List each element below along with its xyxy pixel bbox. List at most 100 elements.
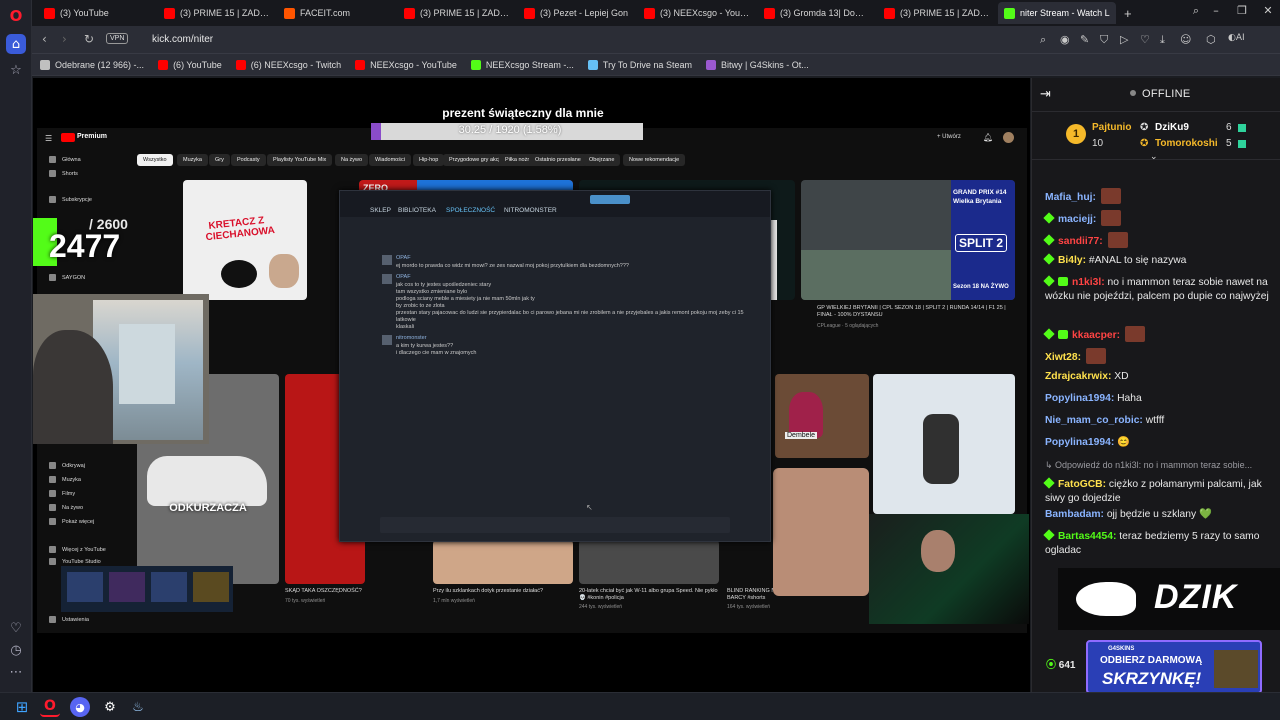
zoom-icon[interactable]: ⌕ bbox=[1040, 33, 1046, 47]
gifter-name[interactable]: DziKu9 bbox=[1155, 122, 1189, 133]
heart-icon[interactable]: ♡ bbox=[1140, 33, 1150, 46]
expand-gifters-icon[interactable]: ⌄ bbox=[1150, 152, 1158, 162]
star-icon[interactable]: ☆ bbox=[6, 60, 26, 80]
more-icon[interactable]: ⋯ bbox=[6, 662, 26, 682]
stream-video[interactable]: ☰ Premium + Utwórz 🔔︎ Główna Shorts Subskr… bbox=[33, 78, 1030, 692]
chat-username[interactable]: Nie_mam_co_robic: bbox=[1045, 415, 1143, 426]
bookmark-item[interactable]: Odebrane (12 966) -... bbox=[40, 59, 144, 70]
extensions-icon[interactable]: ⬡ bbox=[1206, 33, 1216, 46]
chat-username[interactable]: n1ki3l: bbox=[1072, 277, 1105, 288]
browser-tab[interactable]: (3) PRIME 15 | ZADYMA bbox=[158, 2, 276, 24]
chat-message[interactable]: Xiwt28: bbox=[1045, 348, 1273, 365]
promo-crate bbox=[1214, 650, 1258, 688]
yt-sidebar-icon bbox=[49, 518, 56, 525]
bookmark-item[interactable]: (6) YouTube bbox=[158, 59, 222, 70]
steam-avatar bbox=[382, 335, 392, 345]
chat-emote-icon bbox=[1085, 348, 1106, 364]
history-icon[interactable]: ◷ bbox=[6, 640, 26, 660]
chat-message[interactable]: ↳ Odpowiedź do n1ki3l: no i mammon teraz… bbox=[1045, 458, 1273, 473]
chat-username[interactable]: Popylina1994: bbox=[1045, 393, 1114, 404]
video-title: GP WIELKIEJ BRYTANII | CPL SEZON 18 | SP… bbox=[817, 305, 1006, 318]
chat-username[interactable]: sandii77: bbox=[1058, 236, 1103, 247]
steam-icon[interactable]: ♨ bbox=[128, 697, 148, 717]
browser-tab[interactable]: (3) PRIME 15 | ZADYMA bbox=[398, 2, 516, 24]
back-icon[interactable]: ‹ bbox=[42, 32, 47, 46]
bookmark-item[interactable]: (6) NEEXcsgo - Twitch bbox=[235, 59, 341, 70]
gifter-badge-icon: ✪ bbox=[1140, 122, 1149, 133]
download-icon[interactable]: ⤓ bbox=[1160, 33, 1165, 47]
reload-icon[interactable]: ↻ bbox=[84, 32, 94, 46]
chat-message[interactable]: Bi4ly: #ANAL to się nazywa bbox=[1043, 253, 1273, 268]
chat-username[interactable]: Mafia_huj: bbox=[1045, 192, 1096, 203]
chat-username[interactable]: Zdrajcakrwix: bbox=[1045, 371, 1111, 382]
chat-message[interactable]: Nie_mam_co_robic: wtfff bbox=[1045, 414, 1273, 428]
chat-message[interactable]: kkaacper: bbox=[1043, 326, 1273, 343]
chat-username[interactable]: Bambadam: bbox=[1045, 509, 1104, 520]
vpn-badge[interactable]: VPN bbox=[106, 33, 129, 44]
profile-icon[interactable]: ☺ bbox=[1180, 33, 1191, 46]
bookmark-item[interactable]: NEEXcsgo Stream -... bbox=[470, 59, 574, 70]
chat-username[interactable]: Bi4ly: bbox=[1058, 255, 1086, 266]
chat-message[interactable]: FatoGCB: ciężko z połamanymi palcami, ja… bbox=[1043, 477, 1273, 506]
chat-message[interactable]: Popylina1994: Haha bbox=[1045, 392, 1273, 406]
chat-message[interactable]: Mafia_huj: bbox=[1045, 188, 1273, 205]
chat-username[interactable]: kkaacper: bbox=[1072, 330, 1120, 341]
home-icon[interactable]: ⌂ bbox=[6, 34, 26, 54]
chat-message[interactable]: Bartas4454: teraz bedziemy 5 razy to sam… bbox=[1043, 529, 1273, 558]
maximize-icon[interactable]: ❐ bbox=[1232, 4, 1252, 17]
chat-message[interactable]: Zdrajcakrwix: XD bbox=[1045, 370, 1273, 384]
yt-sidebar-item: Muzyka bbox=[49, 476, 81, 483]
yt-chip: Muzyka bbox=[177, 154, 208, 166]
bookmark-item[interactable]: Try To Drive na Steam bbox=[587, 59, 692, 70]
bell-icon: 🔔︎ bbox=[983, 133, 994, 142]
bookmark-favicon-icon bbox=[158, 59, 169, 70]
opera-taskbar-icon[interactable]: O bbox=[40, 697, 60, 717]
chat-username[interactable]: Popylina1994: bbox=[1045, 437, 1114, 448]
chat-username[interactable]: maciejj: bbox=[1058, 214, 1096, 225]
forward-icon[interactable]: › bbox=[62, 32, 67, 46]
chat-message[interactable]: Popylina1994: 😊 bbox=[1045, 436, 1273, 450]
play-icon[interactable]: ▷ bbox=[1120, 33, 1128, 46]
chat-username[interactable]: Xiwt28: bbox=[1045, 352, 1081, 363]
camera-icon[interactable]: ◉ bbox=[1060, 33, 1070, 46]
gifter-name[interactable]: Pajtunio bbox=[1092, 122, 1131, 133]
browser-tab[interactable]: (3) PRIME 15 | ZADYMA bbox=[878, 2, 996, 24]
discord-icon[interactable]: ◕ bbox=[70, 697, 90, 717]
edit-icon[interactable]: ✎ bbox=[1080, 33, 1089, 46]
chat-username[interactable]: Bartas4454: bbox=[1058, 531, 1116, 542]
chat-message[interactable]: sandii77: bbox=[1043, 232, 1273, 249]
chat-username[interactable]: FatoGCB: bbox=[1058, 479, 1106, 490]
opera-logo-icon[interactable]: O bbox=[6, 6, 26, 26]
chat-message[interactable]: Bambadam: ojj będzie u szklany 💚 bbox=[1045, 508, 1273, 522]
minimize-icon[interactable]: – bbox=[1206, 4, 1226, 17]
collapse-chat-icon[interactable]: ⇥ bbox=[1040, 87, 1051, 102]
search-tabs-icon[interactable]: ⌕ bbox=[1186, 4, 1206, 18]
yt-create-button: + Utwórz bbox=[937, 134, 961, 140]
promo-banner[interactable]: G4SKINS ODBIERZ DARMOWĄ SKRZYNKĘ! bbox=[1086, 640, 1262, 692]
heart-icon[interactable]: ♡ bbox=[6, 618, 26, 638]
bookmark-label: Try To Drive na Steam bbox=[602, 59, 692, 70]
yt-sidebar-icon bbox=[49, 462, 56, 469]
browser-tab[interactable]: (3) Pezet - Lepiej Gon bbox=[518, 2, 636, 24]
browser-tab[interactable]: FACEIT.com bbox=[278, 2, 396, 24]
url-field[interactable]: kick.com/niter bbox=[152, 34, 213, 45]
bookmark-item[interactable]: NEEXcsgo - YouTube bbox=[355, 59, 457, 70]
yt-sidebar-item: Subskrypcje bbox=[49, 196, 92, 203]
browser-tab[interactable]: niter Stream - Watch L bbox=[998, 2, 1116, 24]
browser-tab[interactable]: (3) Gromda 13| Dominik A bbox=[758, 2, 876, 24]
chat-message[interactable]: n1ki3l: no i mammon teraz sobie nawet na… bbox=[1043, 275, 1273, 304]
settings-icon[interactable]: ⚙ bbox=[100, 697, 120, 717]
windows-taskbar: ⊞ O ◕ ⚙ ♨ bbox=[0, 692, 1280, 720]
browser-tab[interactable]: (3) NEEXcsgo - YouTube bbox=[638, 2, 756, 24]
ai-icon[interactable]: ◐AI bbox=[1228, 33, 1245, 43]
bookmark-item[interactable]: Bitwy | G4Skins - Ot... bbox=[705, 59, 809, 70]
shield-icon[interactable]: ⛉ bbox=[1100, 33, 1108, 47]
windows-start-icon[interactable]: ⊞ bbox=[12, 697, 32, 717]
gifter-name[interactable]: Tomorokoshi bbox=[1155, 138, 1218, 149]
browser-tab[interactable]: (3) YouTube bbox=[38, 2, 156, 24]
new-tab-button[interactable]: + bbox=[1124, 6, 1132, 21]
close-window-icon[interactable]: ✕ bbox=[1258, 4, 1278, 17]
chat-message[interactable]: maciejj: bbox=[1043, 210, 1273, 227]
yt-sidebar-label: Na żywo bbox=[62, 504, 84, 511]
gift-icon bbox=[1238, 124, 1246, 132]
